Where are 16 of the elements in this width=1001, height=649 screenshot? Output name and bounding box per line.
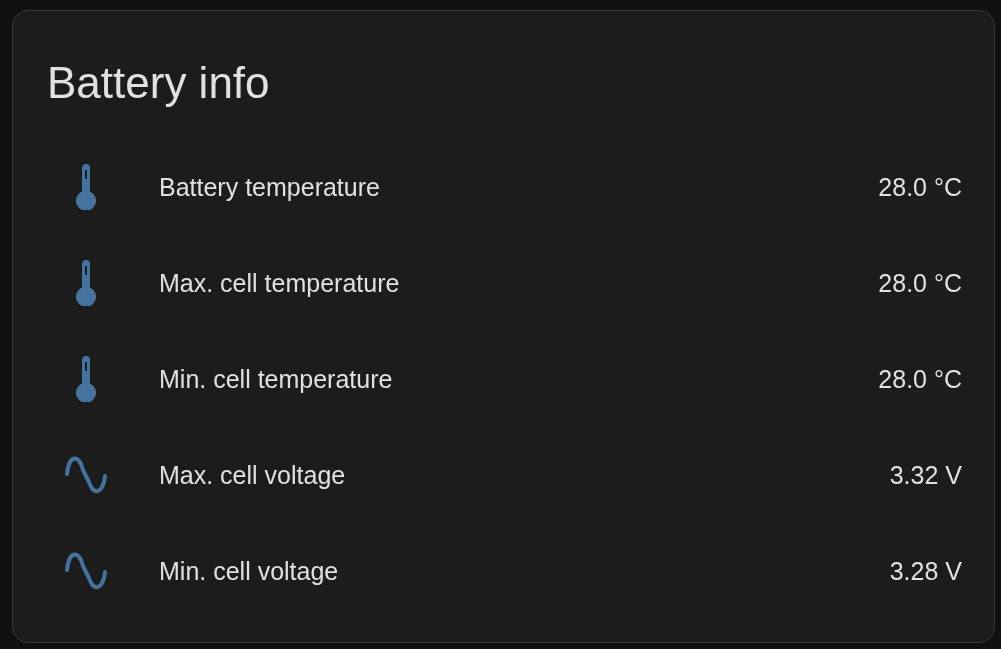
card-title: Battery info <box>47 57 271 109</box>
thermometer-icon <box>75 164 97 210</box>
thermometer-icon <box>75 260 97 306</box>
sensor-name: Max. cell temperature <box>159 268 401 298</box>
sensor-name: Min. cell temperature <box>159 364 394 394</box>
sensor-value: 3.32 V <box>889 460 962 490</box>
sensor-value: 28.0 °C <box>878 268 962 298</box>
sensor-name: Max. cell voltage <box>159 460 347 490</box>
thermometer-icon <box>75 356 97 402</box>
sensor-name: Battery temperature <box>159 172 381 202</box>
sensor-value: 28.0 °C <box>878 172 962 202</box>
sine-wave-icon <box>65 456 107 494</box>
sensor-name: Min. cell voltage <box>159 556 340 586</box>
sensor-value: 28.0 °C <box>878 364 962 394</box>
sine-wave-icon <box>65 552 107 590</box>
sensor-value: 3.28 V <box>889 556 962 586</box>
